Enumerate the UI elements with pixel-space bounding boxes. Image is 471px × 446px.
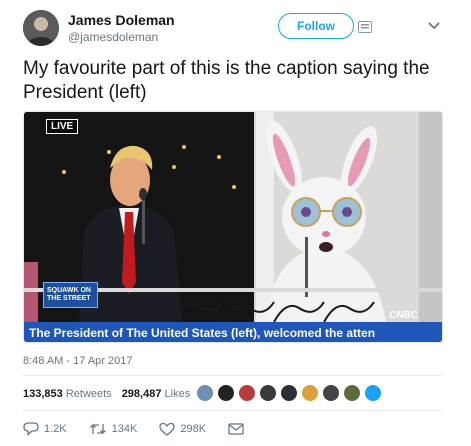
- liker-avatar[interactable]: [364, 384, 382, 402]
- likes-stat[interactable]: 298,487 Likes: [122, 388, 191, 400]
- tweet-timestamp[interactable]: 8:48 AM - 17 Apr 2017: [23, 355, 132, 367]
- divider: [23, 410, 443, 411]
- chevron-down-icon[interactable]: [427, 18, 441, 30]
- message-button[interactable]: [228, 423, 244, 435]
- likes-count: 298,487: [121, 388, 162, 400]
- liker-avatar[interactable]: [343, 384, 361, 402]
- retweet-button[interactable]: 134K: [89, 422, 138, 436]
- liker-avatar[interactable]: [238, 384, 256, 402]
- likers-avatars[interactable]: [196, 384, 382, 402]
- user-name[interactable]: James Doleman: [68, 12, 175, 28]
- like-count: 298K: [180, 423, 207, 435]
- tweet-text: My favourite part of this is the caption…: [23, 58, 430, 103]
- divider: [23, 375, 443, 376]
- retweets-label: Retweets: [65, 388, 112, 400]
- liker-avatar[interactable]: [196, 384, 214, 402]
- heart-icon: [159, 422, 175, 436]
- media-image: [24, 112, 442, 342]
- live-badge: LIVE: [46, 119, 79, 134]
- tweet-media[interactable]: LIVE SQUAWK ON THE STREET CNBC The Presi…: [23, 111, 443, 343]
- likes-label: Likes: [164, 388, 191, 400]
- liker-avatar[interactable]: [280, 384, 298, 402]
- liker-avatar[interactable]: [217, 384, 235, 402]
- follow-button[interactable]: Follow: [278, 13, 354, 39]
- network-logo: CNBC: [389, 310, 418, 321]
- action-bar: 1.2K 134K 298K: [23, 422, 266, 436]
- avatar[interactable]: [23, 10, 59, 46]
- retweet-count: 134K: [111, 423, 138, 435]
- retweets-stat[interactable]: 133,853 Retweets: [23, 388, 112, 400]
- squawk-line1: SQUAWK ON: [47, 287, 91, 294]
- squawk-logo: SQUAWK ON THE STREET: [43, 282, 98, 308]
- reply-icon: [23, 422, 39, 436]
- caption-bar: The President of The United States (left…: [24, 322, 442, 342]
- like-button[interactable]: 298K: [159, 422, 206, 436]
- add-user-icon[interactable]: [358, 20, 372, 33]
- user-handle[interactable]: @jamesdoleman: [68, 30, 158, 44]
- retweet-icon: [89, 422, 107, 436]
- retweets-count: 133,853: [23, 388, 63, 400]
- tweet-stats: 133,853 Retweets 298,487 Likes: [23, 388, 190, 400]
- liker-avatar[interactable]: [301, 384, 319, 402]
- reply-count: 1.2K: [44, 423, 67, 435]
- liker-avatar[interactable]: [322, 384, 340, 402]
- tweet: James Doleman @jamesdoleman Follow My fa…: [0, 0, 471, 446]
- liker-avatar[interactable]: [259, 384, 277, 402]
- envelope-icon: [228, 423, 244, 435]
- reply-button[interactable]: 1.2K: [23, 422, 67, 436]
- squawk-line2: THE STREET: [47, 295, 91, 302]
